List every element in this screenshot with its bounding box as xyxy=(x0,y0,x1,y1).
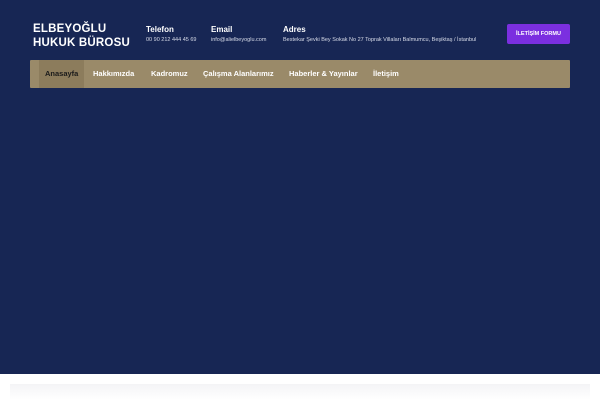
site-logo[interactable]: ELBEYOĞLU HUKUK BÜROSU xyxy=(33,22,130,50)
nav-item-home[interactable]: Anasayfa xyxy=(39,60,85,88)
nav-item-practice-areas[interactable]: Çalışma Alanlarımız xyxy=(203,60,274,88)
email-title: Email xyxy=(211,25,233,34)
hero-section: ELBEYOĞLU HUKUK BÜROSU Telefon 00 90 212… xyxy=(0,0,600,374)
nav-item-team[interactable]: Kadromuz xyxy=(151,60,188,88)
email-address[interactable]: info@alielbeyoglu.com xyxy=(211,37,266,44)
address-info: Adres Bestekar Şevki Bey Sokak No 27 Top… xyxy=(283,25,476,44)
nav-item-about[interactable]: Hakkımızda xyxy=(93,60,134,88)
contact-form-button[interactable]: İLETİŞİM FORMU xyxy=(507,24,570,44)
address-text: Bestekar Şevki Bey Sokak No 27 Toprak Vi… xyxy=(283,37,477,43)
main-nav: Anasayfa Hakkımızda Kadromuz Çalışma Ala… xyxy=(30,60,570,88)
logo-line-1: ELBEYOĞLU xyxy=(33,23,107,35)
logo-line-2: HUKUK BÜROSU xyxy=(33,37,130,49)
content-card-edge xyxy=(10,384,590,400)
phone-number[interactable]: 00 90 212 444 45 69 xyxy=(146,37,196,44)
phone-info: Telefon 00 90 212 444 45 69 xyxy=(146,25,196,44)
nav-item-news[interactable]: Haberler & Yayınlar xyxy=(289,60,358,88)
phone-title: Telefon xyxy=(146,25,174,34)
email-info: Email info@alielbeyoglu.com xyxy=(211,25,266,44)
address-title: Adres xyxy=(283,25,306,34)
nav-item-contact[interactable]: İletişim xyxy=(373,60,399,88)
